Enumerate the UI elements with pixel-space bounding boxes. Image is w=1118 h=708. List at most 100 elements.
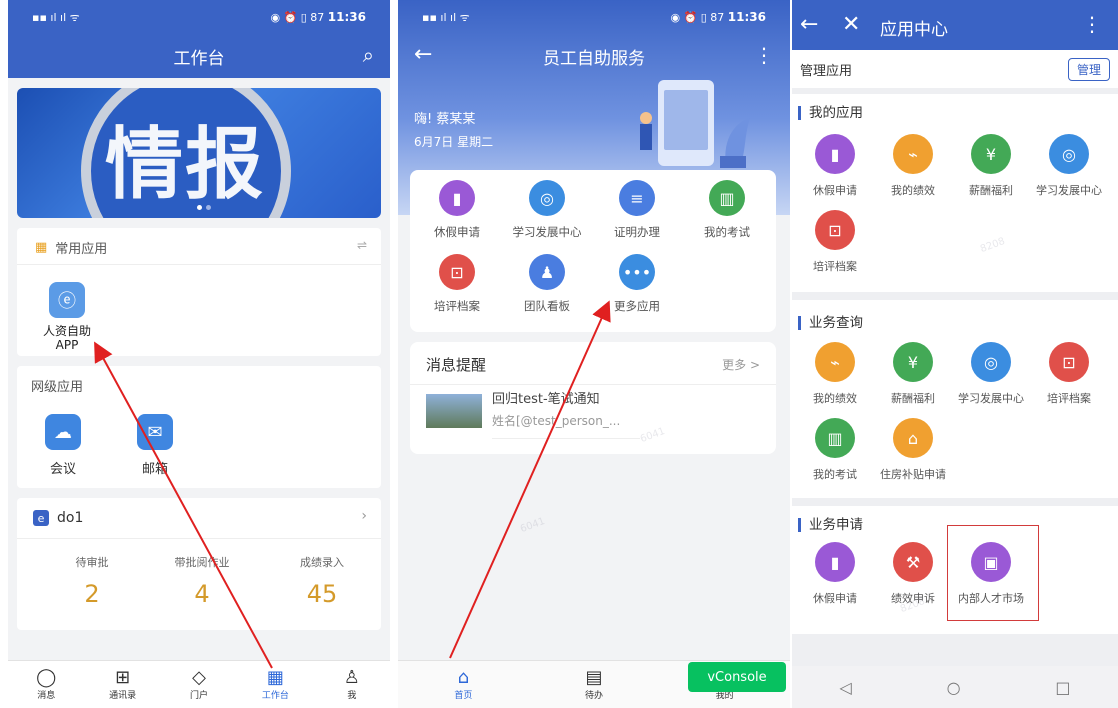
vconsole-button[interactable]: vConsole bbox=[688, 662, 786, 692]
mail-label: 邮箱 bbox=[141, 462, 168, 477]
app-certificate[interactable]: ≡ 证明办理 bbox=[592, 180, 682, 240]
page-title: 员工自助服务 bbox=[543, 48, 645, 69]
greeting: 嗨! 蔡某某 bbox=[414, 112, 476, 127]
globe-icon: ◎ bbox=[1049, 134, 1089, 174]
app-more-apps[interactable]: ••• 更多应用 bbox=[592, 254, 682, 314]
clipboard-clock-icon: ▤ bbox=[585, 667, 603, 688]
tab-contacts[interactable]: ⊞ 通讯录 bbox=[84, 661, 160, 708]
apply-appeal[interactable]: ⚒ 绩效申诉 bbox=[872, 542, 954, 606]
app-label: 薪酬福利 bbox=[969, 184, 1013, 197]
globe-icon: ◎ bbox=[529, 180, 565, 216]
more-dots-icon: ••• bbox=[619, 254, 655, 290]
stat-grade-entry[interactable]: 成绩录入 45 bbox=[267, 554, 377, 608]
stat-value: 2 bbox=[84, 580, 100, 608]
my-app-leave[interactable]: ▮ 休假申请 bbox=[794, 134, 876, 198]
bottom-tab-bar: ◯ 消息 ⊞ 通讯录 ◇ 门户 ▦ 工作台 ♙ 我 bbox=[8, 660, 390, 708]
query-exam[interactable]: ▥ 我的考试 bbox=[794, 418, 876, 482]
frequent-title: 常用应用 bbox=[55, 242, 108, 257]
highlight-box bbox=[947, 525, 1039, 621]
app-my-exam[interactable]: ▥ 我的考试 bbox=[682, 180, 772, 240]
back-arrow-icon[interactable]: ← bbox=[800, 12, 818, 37]
app-label: 学习发展中心 bbox=[1036, 184, 1102, 197]
network-apps-card: 网级应用 ☁ 会议 ✉ 邮箱 bbox=[17, 366, 381, 488]
news-banner[interactable]: 情报 bbox=[17, 88, 381, 218]
messages-more-link[interactable]: 更多 > bbox=[722, 356, 760, 373]
app-label: 休假申请 bbox=[813, 184, 857, 197]
my-app-performance[interactable]: ⌁ 我的绩效 bbox=[872, 134, 954, 198]
carousel-dots[interactable] bbox=[197, 205, 211, 210]
my-app-salary[interactable]: ¥ 薪酬福利 bbox=[950, 134, 1032, 198]
nav-home-icon[interactable]: ○ bbox=[947, 678, 961, 697]
manage-button[interactable]: 管理 bbox=[1067, 57, 1110, 81]
layers-icon: ◇ bbox=[192, 667, 206, 688]
tab-workbench[interactable]: ▦ 工作台 bbox=[237, 661, 313, 708]
cloud-icon: ☁ bbox=[45, 414, 81, 450]
app-label: 培评档案 bbox=[1047, 392, 1091, 405]
briefcase-icon: ⊡ bbox=[1049, 342, 1089, 382]
team-icon: ♟ bbox=[529, 254, 565, 290]
tab-label: 门户 bbox=[190, 691, 209, 701]
tab-me[interactable]: ♙ 我 bbox=[314, 661, 390, 708]
business-query-section: 业务查询 ⌁ 我的绩效 ¥ 薪酬福利 ◎ 学习发展中心 ⊡ 培评档案 ▥ 我的考… bbox=[792, 300, 1118, 498]
app-label: 培评档案 bbox=[813, 260, 857, 273]
back-arrow-icon[interactable]: ← bbox=[414, 44, 432, 66]
status-bar: ▪▪ ıl ıl ᯤ ◉ ⏰ ▯ 87 11:36 bbox=[398, 0, 790, 34]
app-learning-center[interactable]: ◎ 学习发展中心 bbox=[502, 180, 592, 240]
app-label: 休假申请 bbox=[434, 225, 480, 239]
my-app-training[interactable]: ⊡ 培评档案 bbox=[794, 210, 876, 274]
battery-level: 87 bbox=[310, 11, 325, 24]
workbench-screen: ▪▪ ıl ıl ᯤ ◉ ⏰ ▯ 87 11:36 工作台 ⌕ 情报 ▦ 常用应… bbox=[8, 0, 390, 708]
bookmark-icon: ▮ bbox=[815, 542, 855, 582]
query-housing[interactable]: ⌂ 住房补贴申请 bbox=[872, 418, 954, 482]
hero-illustration bbox=[640, 80, 750, 168]
org-chart-icon: ⊞ bbox=[115, 667, 131, 688]
bookmark-icon: ▮ bbox=[439, 180, 475, 216]
apply-title: 业务申请 bbox=[798, 518, 863, 532]
app-hr-self-service[interactable]: ⓔ 人资自助APP bbox=[27, 282, 107, 352]
app-meeting[interactable]: ☁ 会议 bbox=[33, 414, 93, 477]
stat-pending-approval[interactable]: 待审批 2 bbox=[37, 554, 147, 608]
nav-back-icon[interactable]: ◁ bbox=[839, 678, 851, 697]
do1-card[interactable]: e do1 › 待审批 2 带批阅作业 4 成绩录入 45 bbox=[17, 498, 381, 630]
close-icon[interactable]: ✕ bbox=[842, 12, 860, 37]
chart-icon: ⌁ bbox=[815, 342, 855, 382]
gavel-icon: ⚒ bbox=[893, 542, 933, 582]
message-title[interactable]: 回归test-笔试通知 bbox=[492, 388, 600, 407]
app-leave-request[interactable]: ▮ 休假申请 bbox=[412, 180, 502, 240]
message-thumbnail bbox=[426, 394, 482, 428]
query-performance[interactable]: ⌁ 我的绩效 bbox=[794, 342, 876, 406]
do1-title: do1 bbox=[57, 510, 84, 526]
tab-portal[interactable]: ◇ 门户 bbox=[161, 661, 237, 708]
app-training-records[interactable]: ⊡ 培评档案 bbox=[412, 254, 502, 314]
app-label: 薪酬福利 bbox=[891, 392, 935, 405]
tab-label: 工作台 bbox=[261, 691, 289, 701]
chevron-right-icon[interactable]: › bbox=[361, 508, 367, 524]
page-title: 应用中心 bbox=[880, 20, 948, 40]
apply-leave[interactable]: ▮ 休假申请 bbox=[794, 542, 876, 606]
header-bar: ← ✕ 应用中心 ⋮ bbox=[792, 0, 1118, 50]
more-vertical-icon[interactable]: ⋮ bbox=[1082, 12, 1102, 36]
app-center-screen: ← ✕ 应用中心 ⋮ 管理应用 管理 我的应用 ▮ 休假申请 ⌁ 我的绩效 ¥ … bbox=[792, 0, 1118, 708]
query-salary[interactable]: ¥ 薪酬福利 bbox=[872, 342, 954, 406]
query-training[interactable]: ⊡ 培评档案 bbox=[1028, 342, 1110, 406]
tab-messages[interactable]: ◯ 消息 bbox=[8, 661, 84, 708]
grid-icon: ▦ bbox=[266, 667, 284, 688]
query-learning[interactable]: ◎ 学习发展中心 bbox=[950, 342, 1032, 406]
document-icon: ≡ bbox=[619, 180, 655, 216]
settings-icon[interactable]: ⇌ bbox=[357, 238, 367, 252]
nav-recents-icon[interactable]: □ bbox=[1055, 678, 1070, 697]
tab-home[interactable]: ⌂ 首页 bbox=[398, 661, 529, 708]
tab-todo[interactable]: ▤ 待办 bbox=[529, 661, 660, 708]
my-app-learning[interactable]: ◎ 学习发展中心 bbox=[1028, 134, 1110, 198]
app-label: 团队看板 bbox=[524, 299, 570, 313]
stat-label: 成绩录入 bbox=[300, 556, 344, 569]
status-time: 11:36 bbox=[727, 10, 766, 24]
search-icon[interactable]: ⌕ bbox=[363, 44, 374, 66]
globe-icon: ◎ bbox=[971, 342, 1011, 382]
more-vertical-icon[interactable]: ⋮ bbox=[754, 44, 774, 66]
stat-homework-review[interactable]: 带批阅作业 4 bbox=[147, 554, 257, 608]
status-bar: ▪▪ ıl ıl ᯤ ◉ ⏰ ▯ 87 11:36 bbox=[8, 0, 390, 34]
messages-title: 消息提醒 bbox=[426, 356, 487, 374]
app-team-board[interactable]: ♟ 团队看板 bbox=[502, 254, 592, 314]
app-mail[interactable]: ✉ 邮箱 bbox=[125, 414, 185, 477]
